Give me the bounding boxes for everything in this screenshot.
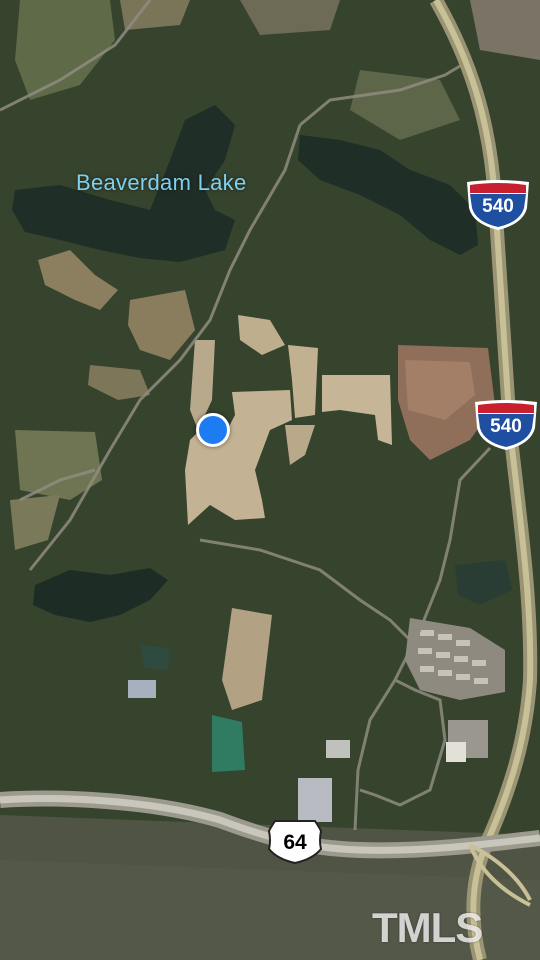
interstate-shield-icon[interactable]: 540 [471,398,540,452]
interstate-number: 540 [482,196,514,217]
satellite-imagery [0,0,540,960]
interstate-shield-icon[interactable]: 540 [463,178,533,232]
lake-label: Beaverdam Lake [76,170,247,195]
satellite-map[interactable]: Beaverdam Lake 540 540 64 TMLS [0,0,540,960]
current-location-dot-icon[interactable] [196,413,230,447]
watermark-logo: TMLS [372,904,483,951]
us-route-shield-icon[interactable]: 64 [267,819,323,865]
interstate-number: 540 [490,416,522,437]
us-route-number: 64 [283,831,307,854]
